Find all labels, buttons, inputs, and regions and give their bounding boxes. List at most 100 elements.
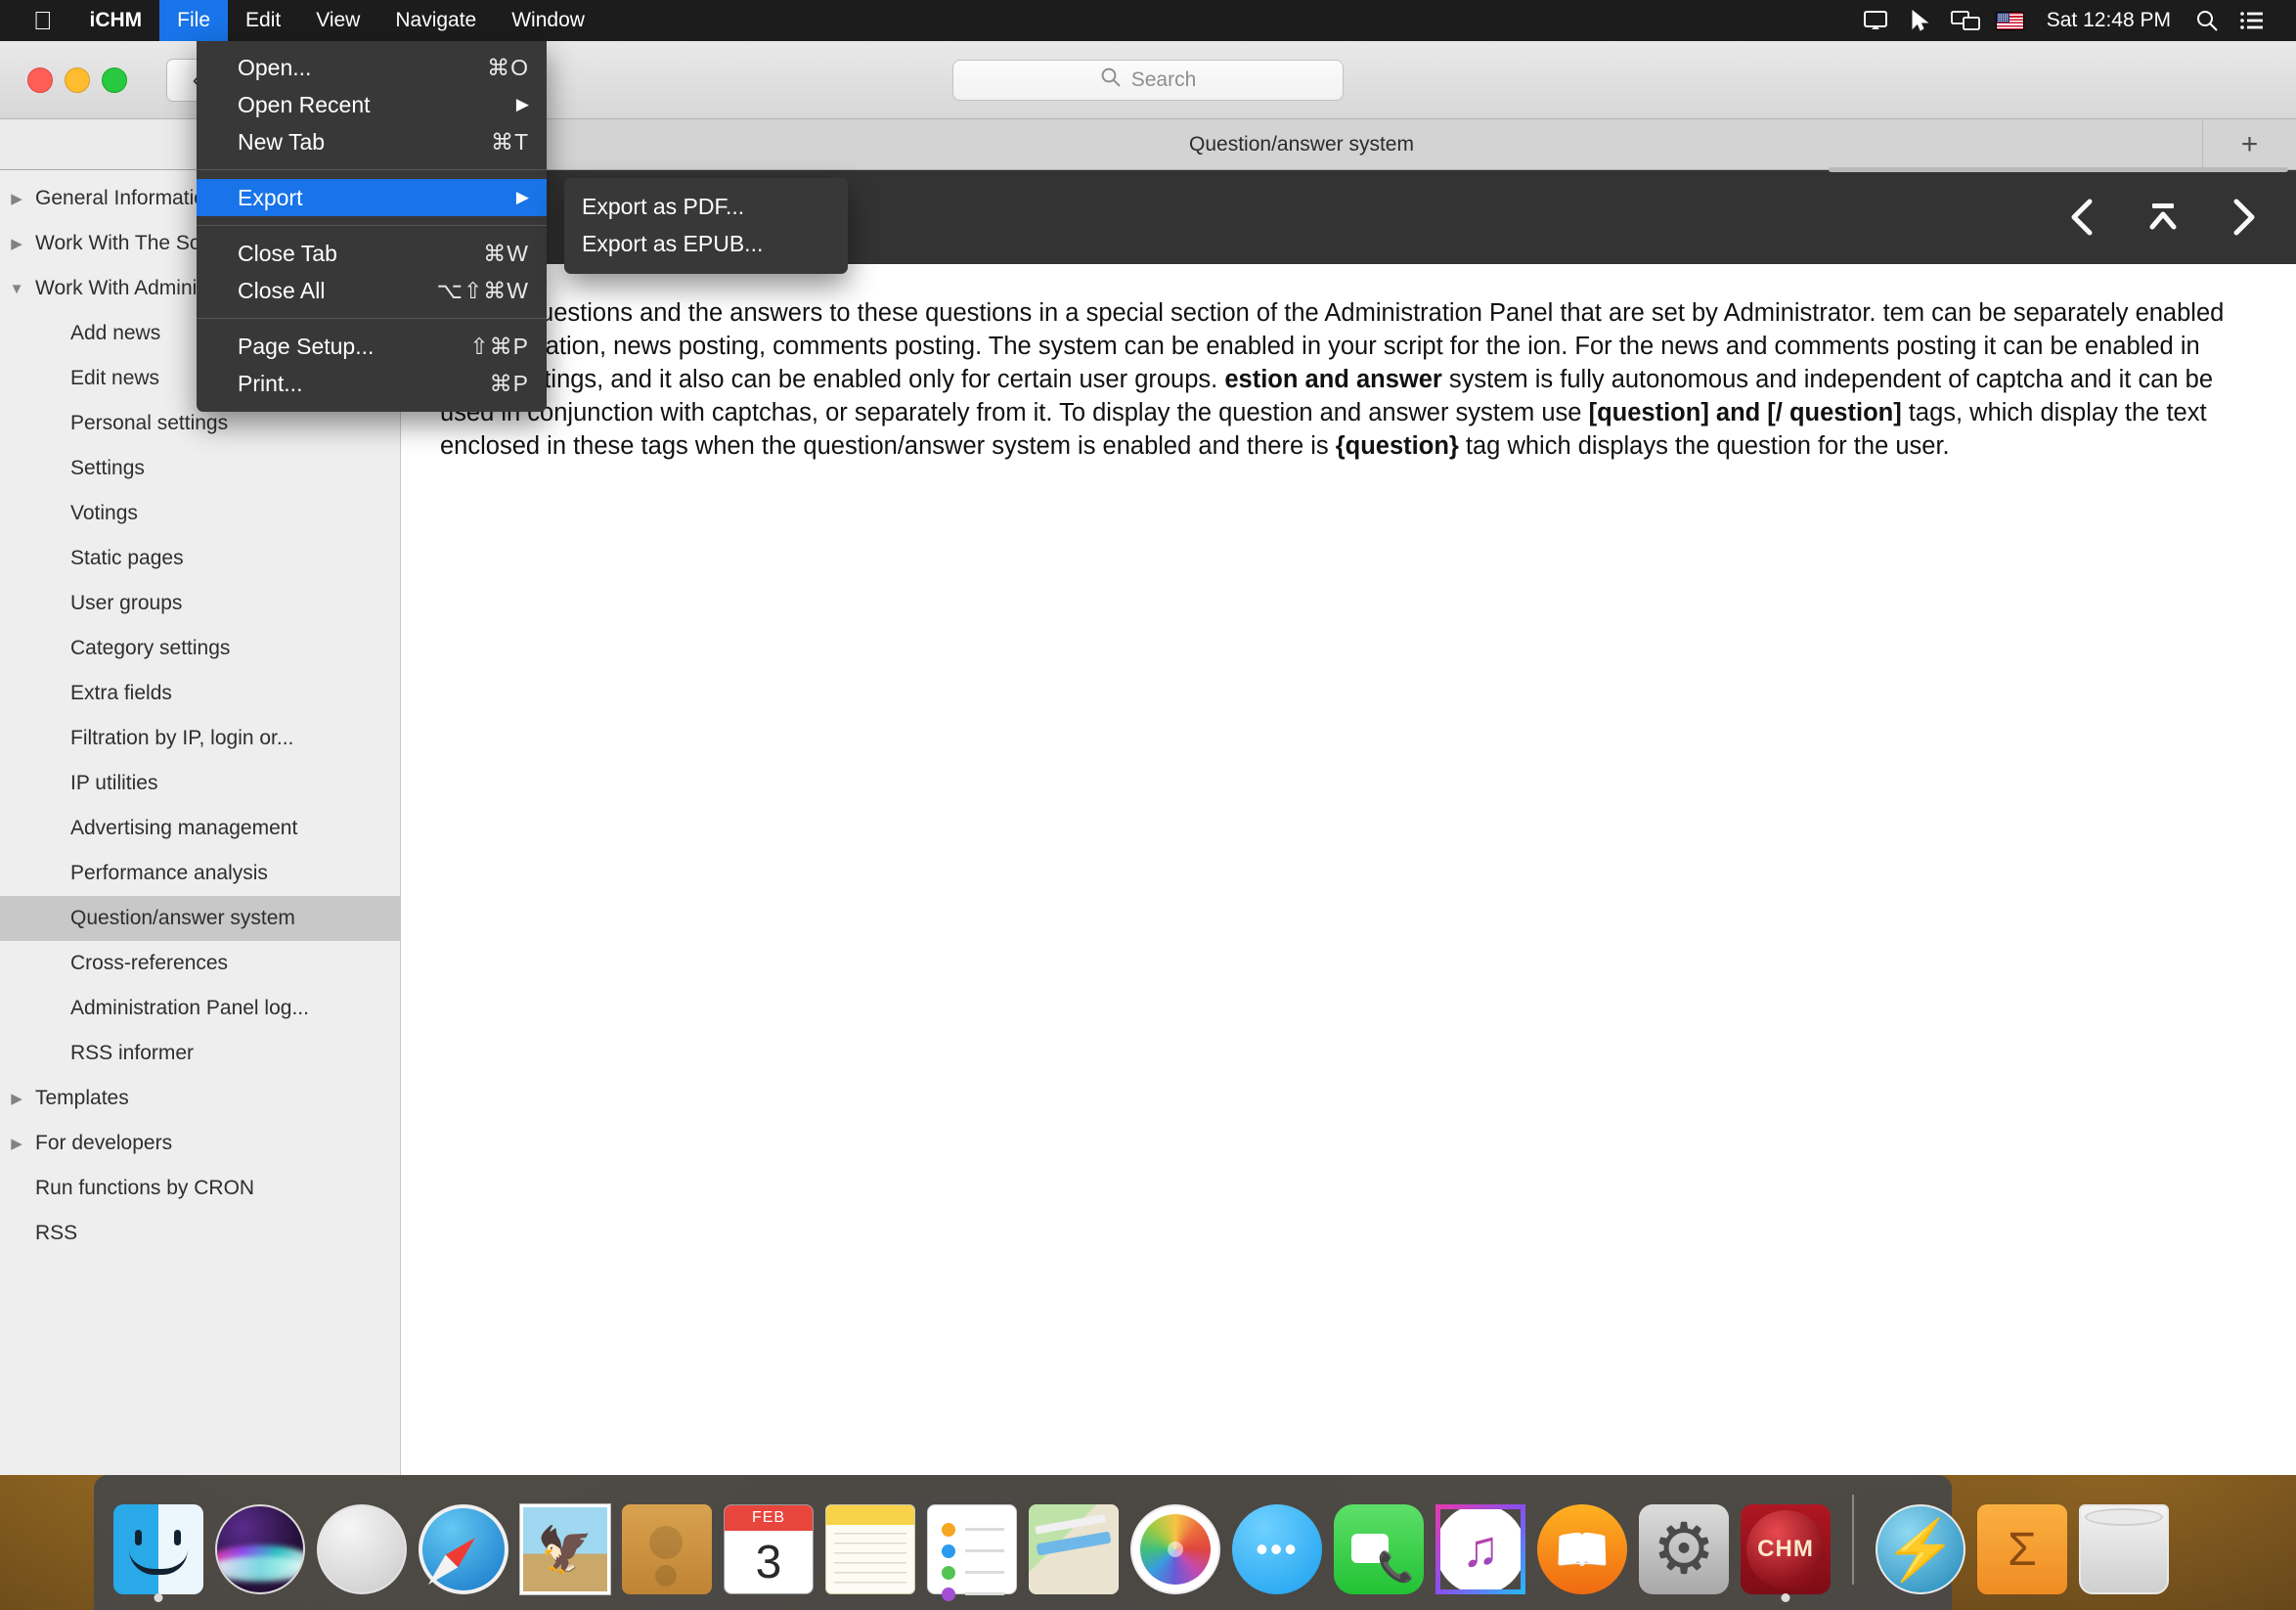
- menubar-status-area: Sat 12:48 PM: [1853, 0, 2296, 41]
- menubar-app-name[interactable]: iCHM: [72, 0, 160, 41]
- sidebar-item-run-functions-by-cron[interactable]: Run functions by CRON: [0, 1166, 400, 1211]
- active-tab-title[interactable]: Question/answer system: [401, 119, 2202, 169]
- apple-logo-icon[interactable]: : [0, 8, 72, 33]
- file-menu-item-close-tab[interactable]: Close Tab ⌘W: [197, 235, 547, 272]
- sidebar-item-label: Question/answer system: [70, 907, 295, 929]
- sidebar-item-ip-utilities[interactable]: IP utilities: [0, 761, 400, 806]
- minimize-window-button[interactable]: [65, 67, 90, 93]
- file-menu-item-print[interactable]: Print... ⌘P: [197, 365, 547, 402]
- menu-separator: [197, 225, 547, 226]
- dock-item-downloads-bolt[interactable]: [1870, 1483, 1971, 1604]
- dock-item-mail[interactable]: [514, 1483, 616, 1604]
- doc-text: a list of questions and the answers to t…: [440, 299, 1883, 327]
- dock-item-reminders[interactable]: [921, 1483, 1023, 1604]
- sidebar-item-cross-references[interactable]: Cross-references: [0, 941, 400, 986]
- sidebar-item-label: Advertising management: [70, 817, 298, 839]
- file-menu-item-open-recent[interactable]: Open Recent ▶: [197, 86, 547, 123]
- menubar-item-edit[interactable]: Edit: [228, 0, 298, 41]
- sidebar-item-rss-informer[interactable]: RSS informer: [0, 1031, 400, 1076]
- file-menu-item-close-all[interactable]: Close All ⌥⇧⌘W: [197, 272, 547, 309]
- menu-item-label: Close Tab: [238, 240, 337, 266]
- dock-item-facetime[interactable]: [1328, 1483, 1430, 1604]
- search-input[interactable]: Search: [952, 59, 1344, 101]
- dock-item-notes[interactable]: [819, 1483, 921, 1604]
- sidebar-item-category-settings[interactable]: Category settings: [0, 626, 400, 671]
- calendar-icon: FEB 3: [724, 1504, 814, 1594]
- sidebar-item-advertising-management[interactable]: Advertising management: [0, 806, 400, 851]
- doc-text-bold: {question}: [1335, 431, 1459, 460]
- jump-to-top-button[interactable]: [2140, 191, 2186, 244]
- menu-item-label: Export as EPUB...: [582, 230, 764, 256]
- export-submenu[interactable]: Export as PDF... Export as EPUB...: [564, 178, 848, 274]
- disclosure-triangle-collapsed-icon[interactable]: ▶: [0, 235, 33, 252]
- sidebar-item-filtration-by-ip-login-or[interactable]: Filtration by IP, login or...: [0, 716, 400, 761]
- close-window-button[interactable]: [27, 67, 53, 93]
- menu-separator: [197, 318, 547, 319]
- airplay-display-icon[interactable]: [1853, 0, 1898, 41]
- dock-item-messages[interactable]: [1226, 1483, 1328, 1604]
- sidebar-item-votings[interactable]: Votings: [0, 491, 400, 536]
- dock-item-safari[interactable]: [413, 1483, 514, 1604]
- dock-item-siri[interactable]: [209, 1483, 311, 1604]
- dock-running-indicator: [154, 1593, 163, 1602]
- sidebar-item-templates[interactable]: ▶ Templates: [0, 1076, 400, 1121]
- menubar-item-view[interactable]: View: [298, 0, 377, 41]
- file-menu-item-new-tab[interactable]: New Tab ⌘T: [197, 123, 547, 160]
- disclosure-triangle-collapsed-icon[interactable]: ▶: [0, 1135, 33, 1152]
- sidebar-item-label: For developers: [35, 1132, 173, 1154]
- menubar-clock[interactable]: Sat 12:48 PM: [2033, 9, 2185, 32]
- export-menu-item-export-as-epub[interactable]: Export as EPUB...: [564, 225, 848, 262]
- disclosure-triangle-collapsed-icon[interactable]: ▶: [0, 190, 33, 207]
- sidebar-item-rss[interactable]: RSS: [0, 1211, 400, 1256]
- dock-item-maps[interactable]: [1023, 1483, 1125, 1604]
- file-menu-item-page-setup[interactable]: Page Setup... ⇧⌘P: [197, 328, 547, 365]
- menu-item-label: Open...: [238, 54, 312, 80]
- us-flag-icon[interactable]: [1988, 0, 2033, 41]
- spotlight-search-icon[interactable]: [2185, 0, 2230, 41]
- dock-item-launchpad[interactable]: [311, 1483, 413, 1604]
- prev-page-button[interactable]: [2059, 191, 2106, 244]
- sidebar-item-extra-fields[interactable]: Extra fields: [0, 671, 400, 716]
- sidebar-item-label: RSS: [35, 1222, 78, 1244]
- sidebar-item-user-groups[interactable]: User groups: [0, 581, 400, 626]
- dock-item-itunes[interactable]: [1430, 1483, 1531, 1604]
- dock-item-documents-folder[interactable]: Σ: [1971, 1483, 2073, 1604]
- dock-item-ichm[interactable]: CHM: [1735, 1483, 1836, 1604]
- file-menu-item-open[interactable]: Open... ⌘O: [197, 49, 547, 86]
- file-menu-item-export[interactable]: Export ▶: [197, 179, 547, 216]
- dock-item-calendar[interactable]: FEB 3: [718, 1483, 819, 1604]
- dock-item-finder[interactable]: [108, 1483, 209, 1604]
- dock-item-ibooks[interactable]: [1531, 1483, 1633, 1604]
- menubar-item-navigate[interactable]: Navigate: [377, 0, 494, 41]
- launchpad-icon: [317, 1504, 407, 1594]
- doc-text-bold: estion and answer: [1224, 365, 1442, 393]
- reminders-icon: [927, 1504, 1017, 1594]
- menubar-item-window[interactable]: Window: [494, 0, 602, 41]
- dock-item-photos[interactable]: [1125, 1483, 1226, 1604]
- export-menu-item-export-as-pdf[interactable]: Export as PDF...: [564, 188, 848, 225]
- sidebar-item-for-developers[interactable]: ▶ For developers: [0, 1121, 400, 1166]
- sidebar-item-settings[interactable]: Settings: [0, 446, 400, 491]
- menubar-item-file[interactable]: File: [159, 0, 229, 41]
- safari-icon: [419, 1504, 508, 1594]
- disclosure-triangle-collapsed-icon[interactable]: ▶: [0, 1090, 33, 1107]
- sidebar-item-label: Category settings: [70, 637, 231, 659]
- dock-item-system-preferences[interactable]: [1633, 1483, 1735, 1604]
- next-page-button[interactable]: [2220, 191, 2267, 244]
- sidebar-item-performance-analysis[interactable]: Performance analysis: [0, 851, 400, 896]
- disclosure-triangle-expanded-icon[interactable]: ▼: [0, 281, 33, 297]
- zoom-window-button[interactable]: [102, 67, 127, 93]
- ibooks-icon: [1537, 1504, 1627, 1594]
- dock-item-contacts[interactable]: [616, 1483, 718, 1604]
- sidebar-item-question-answer-system[interactable]: Question/answer system: [0, 896, 400, 941]
- window-traffic-lights: [0, 67, 127, 93]
- sidebar-item-administration-panel-log[interactable]: Administration Panel log...: [0, 986, 400, 1031]
- sidebar-item-static-pages[interactable]: Static pages: [0, 536, 400, 581]
- add-tab-button[interactable]: +: [2202, 119, 2296, 169]
- screen-mirroring-icon[interactable]: [1943, 0, 1988, 41]
- file-menu-dropdown[interactable]: Open... ⌘O Open Recent ▶ New Tab ⌘T Export ▶ Clo…: [197, 41, 547, 412]
- cursor-pointer-icon[interactable]: [1898, 0, 1943, 41]
- sidebar-item-label: General Information: [35, 187, 217, 209]
- dock-item-trash[interactable]: [2073, 1483, 2175, 1604]
- notification-center-icon[interactable]: [2230, 0, 2274, 41]
